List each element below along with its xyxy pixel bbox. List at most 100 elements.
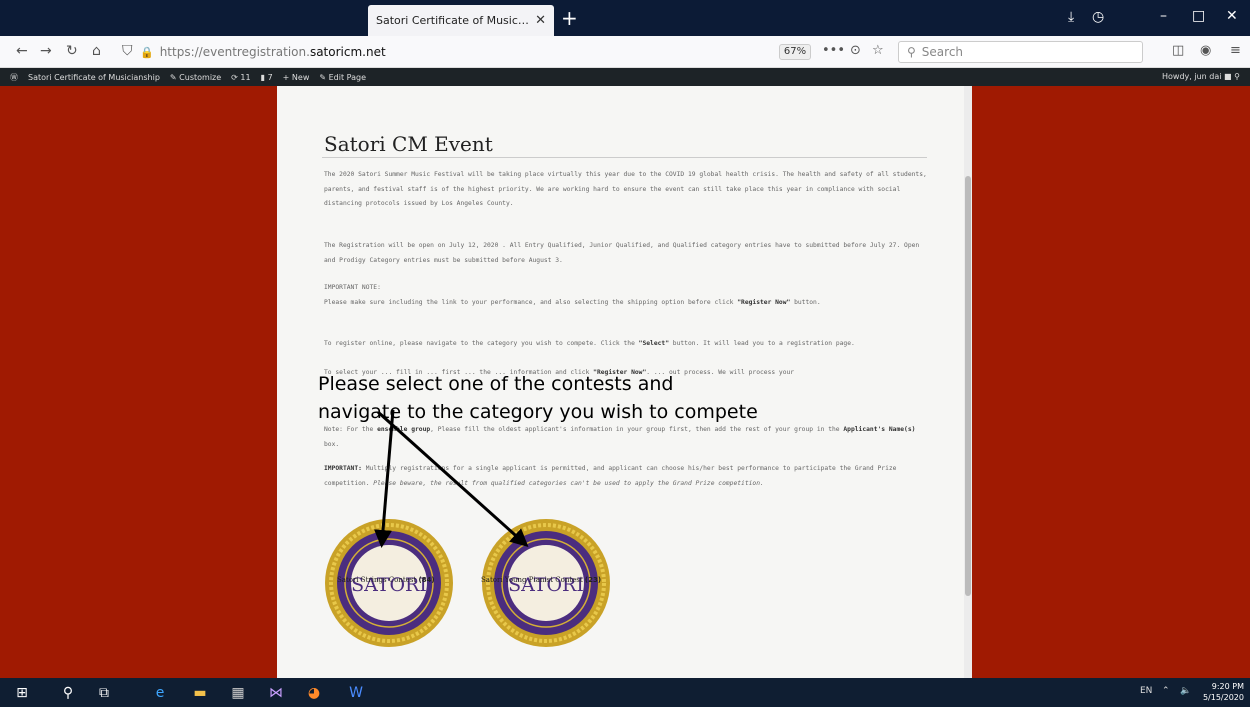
volume-icon[interactable]: 🔈 (1180, 686, 1191, 696)
search-icon: ⚲ (907, 45, 916, 59)
search-placeholder: Search (921, 45, 964, 59)
beware-text: Please beware, the result from qualified… (373, 479, 764, 487)
wp-admin-bar: Ⓦ Satori Certificate of Musicianship ✎ C… (0, 68, 1250, 86)
navigate-end: button. It will lead you to a registrati… (669, 340, 855, 347)
home-icon[interactable]: ⌂ (92, 43, 101, 59)
comment-icon: ▮ (260, 72, 268, 82)
wp-comments-count: 7 (267, 72, 273, 82)
registration-paragraph: The Registration will be open on July 12… (324, 242, 920, 264)
important-note-paragraph: IMPORTANT NOTE: Please make sure includi… (324, 281, 929, 310)
search-input[interactable]: ⚲ Search (898, 41, 1143, 63)
tab-title: Satori Certificate of Musicianship (376, 14, 529, 27)
chevron-up-icon[interactable]: ⌃ (1162, 686, 1170, 696)
wp-new-label: New (291, 72, 310, 82)
wp-updates[interactable]: ⟳ 11 (231, 73, 250, 82)
ensemble-note-mid: , Please fill the oldest applicant's inf… (430, 426, 844, 433)
young-pianist-contest-count: (23) (584, 576, 602, 584)
young-pianist-contest-link[interactable]: Satori Young Pianist Contest (23) (481, 576, 601, 584)
wp-howdy[interactable]: Howdy, jun dai ■ ⚲ (1162, 72, 1240, 81)
title-divider (322, 157, 927, 158)
search-icon[interactable]: ⚲ (54, 678, 82, 707)
strings-contest-count: (84) (418, 576, 435, 584)
page-title: Satori CM Event (324, 132, 493, 156)
browser-nav-bar: ← → ↻ ⌂ ⛉ 🔒 https://eventregistration. sa… (0, 36, 1250, 68)
tab-close-icon[interactable]: ✕ (535, 13, 546, 28)
important-label: IMPORTANT: (324, 465, 362, 472)
maximize-button[interactable]: □ (1192, 8, 1205, 24)
menu-icon[interactable]: ≡ (1230, 43, 1241, 58)
wp-edit-page-label: Edit Page (328, 72, 367, 82)
edge-icon[interactable]: e (146, 678, 174, 707)
search-icon: ⚲ (1234, 72, 1240, 81)
wp-howdy-label: Howdy, jun dai (1162, 72, 1222, 81)
url-prefix: https://eventregistration. (159, 45, 310, 59)
young-pianist-contest-name: Satori Young Pianist Contest (481, 576, 585, 584)
wp-updates-count: 11 (240, 72, 251, 82)
page-scrollbar[interactable] (964, 86, 972, 678)
system-clock[interactable]: 9:20 PM 5/15/2020 (1203, 681, 1244, 703)
windows-taskbar: ⊞ ⚲ ⧉ e ▬ ▦ ⋈ ◕ W EN ⌃ 🔈 9:20 PM 5/15/20… (0, 678, 1250, 707)
edit-icon: ✎ (319, 72, 329, 82)
pencil-icon: ✎ (169, 72, 180, 82)
important-note-label: IMPORTANT NOTE: (324, 284, 381, 291)
windows-start-icon[interactable]: ⊞ (8, 678, 36, 707)
plus-icon: + (282, 72, 292, 82)
strings-contest-name: Satori Strings Contest (337, 576, 419, 584)
visual-studio-icon[interactable]: ⋈ (262, 678, 290, 707)
wp-customize-label: Customize (179, 72, 222, 82)
account-icon[interactable]: ◉ (1200, 43, 1211, 58)
applicant-names-text: Applicant's Name(s) (843, 426, 916, 433)
word-icon[interactable]: W (342, 678, 370, 707)
strings-contest-link[interactable]: Satori Strings Contest (84) (337, 576, 435, 584)
ensemble-group-text: ensemble group (377, 426, 431, 433)
instruction-line-1: Please select one of the contests and (318, 373, 674, 395)
ensemble-note-end: box. (324, 440, 340, 448)
ensemble-note-paragraph: Note: For the ensemble group, Please fil… (324, 423, 929, 452)
browser-tab-bar: Satori Certificate of Musicianship ✕ + ⤓… (0, 0, 1250, 36)
ensemble-note-text: Note: For the (324, 426, 378, 433)
history-icon[interactable]: ◷ (1092, 9, 1104, 25)
intro-paragraph: The 2020 Satori Summer Music Festival wi… (324, 171, 927, 207)
tab-active[interactable]: Satori Certificate of Musicianship ✕ (368, 5, 554, 36)
language-indicator[interactable]: EN (1140, 686, 1152, 696)
avatar: ■ (1224, 72, 1232, 81)
url-bar[interactable]: 🔒 https://eventregistration. satoricm.net (140, 41, 890, 63)
firefox-icon[interactable]: ◕ (300, 678, 328, 707)
wp-site-name[interactable]: Satori Certificate of Musicianship (28, 73, 160, 82)
important-note-end: button. (790, 298, 821, 306)
wordpress-logo-icon[interactable]: Ⓦ (10, 72, 18, 83)
new-tab-button[interactable]: + (561, 6, 578, 30)
page-actions-icon[interactable]: ••• (822, 43, 845, 58)
wp-edit-page[interactable]: ✎ Edit Page (319, 73, 366, 82)
wp-comments[interactable]: ▮ 7 (261, 73, 273, 82)
instruction-line-2: navigate to the category you wish to com… (318, 401, 758, 423)
shield-icon[interactable]: ⛉ (122, 43, 133, 59)
forward-icon[interactable]: → (40, 43, 52, 59)
navigate-text: To register online, please navigate to t… (324, 340, 639, 347)
clock-date: 5/15/2020 (1202, 693, 1244, 702)
register-now-text: "Register Now" (737, 298, 791, 306)
calculator-icon[interactable]: ▦ (224, 678, 252, 707)
file-explorer-icon[interactable]: ▬ (186, 678, 214, 707)
zoom-level[interactable]: 67% (779, 44, 811, 60)
sidebar-icon[interactable]: ◫ (1172, 43, 1184, 58)
scrollbar-thumb[interactable] (965, 176, 971, 596)
bookmark-star-icon[interactable]: ☆ (872, 43, 884, 58)
navigate-paragraph: To register online, please navigate to t… (324, 337, 929, 352)
clock-time: 9:20 PM (1211, 682, 1244, 691)
url-host: satoricm.net (309, 45, 386, 59)
wp-customize[interactable]: ✎ Customize (170, 73, 221, 82)
select-text: "Select" (638, 340, 670, 347)
reload-icon[interactable]: ↻ (66, 43, 78, 59)
download-icon[interactable]: ⤓ (1068, 9, 1074, 25)
task-view-icon[interactable]: ⧉ (90, 678, 118, 707)
back-icon[interactable]: ← (16, 43, 28, 59)
close-window-button[interactable]: ✕ (1226, 8, 1238, 24)
important-multiple-paragraph: IMPORTANT: Multiply registrations for a … (324, 462, 929, 491)
minimize-button[interactable]: – (1160, 8, 1167, 24)
lock-icon: 🔒 (140, 45, 154, 59)
important-note-text: Please make sure including the link to y… (324, 298, 738, 306)
pocket-icon[interactable]: ⊙ (850, 43, 861, 58)
wp-new[interactable]: + New (283, 73, 310, 82)
instruction-annotation: Please select one of the contests and na… (318, 370, 838, 426)
